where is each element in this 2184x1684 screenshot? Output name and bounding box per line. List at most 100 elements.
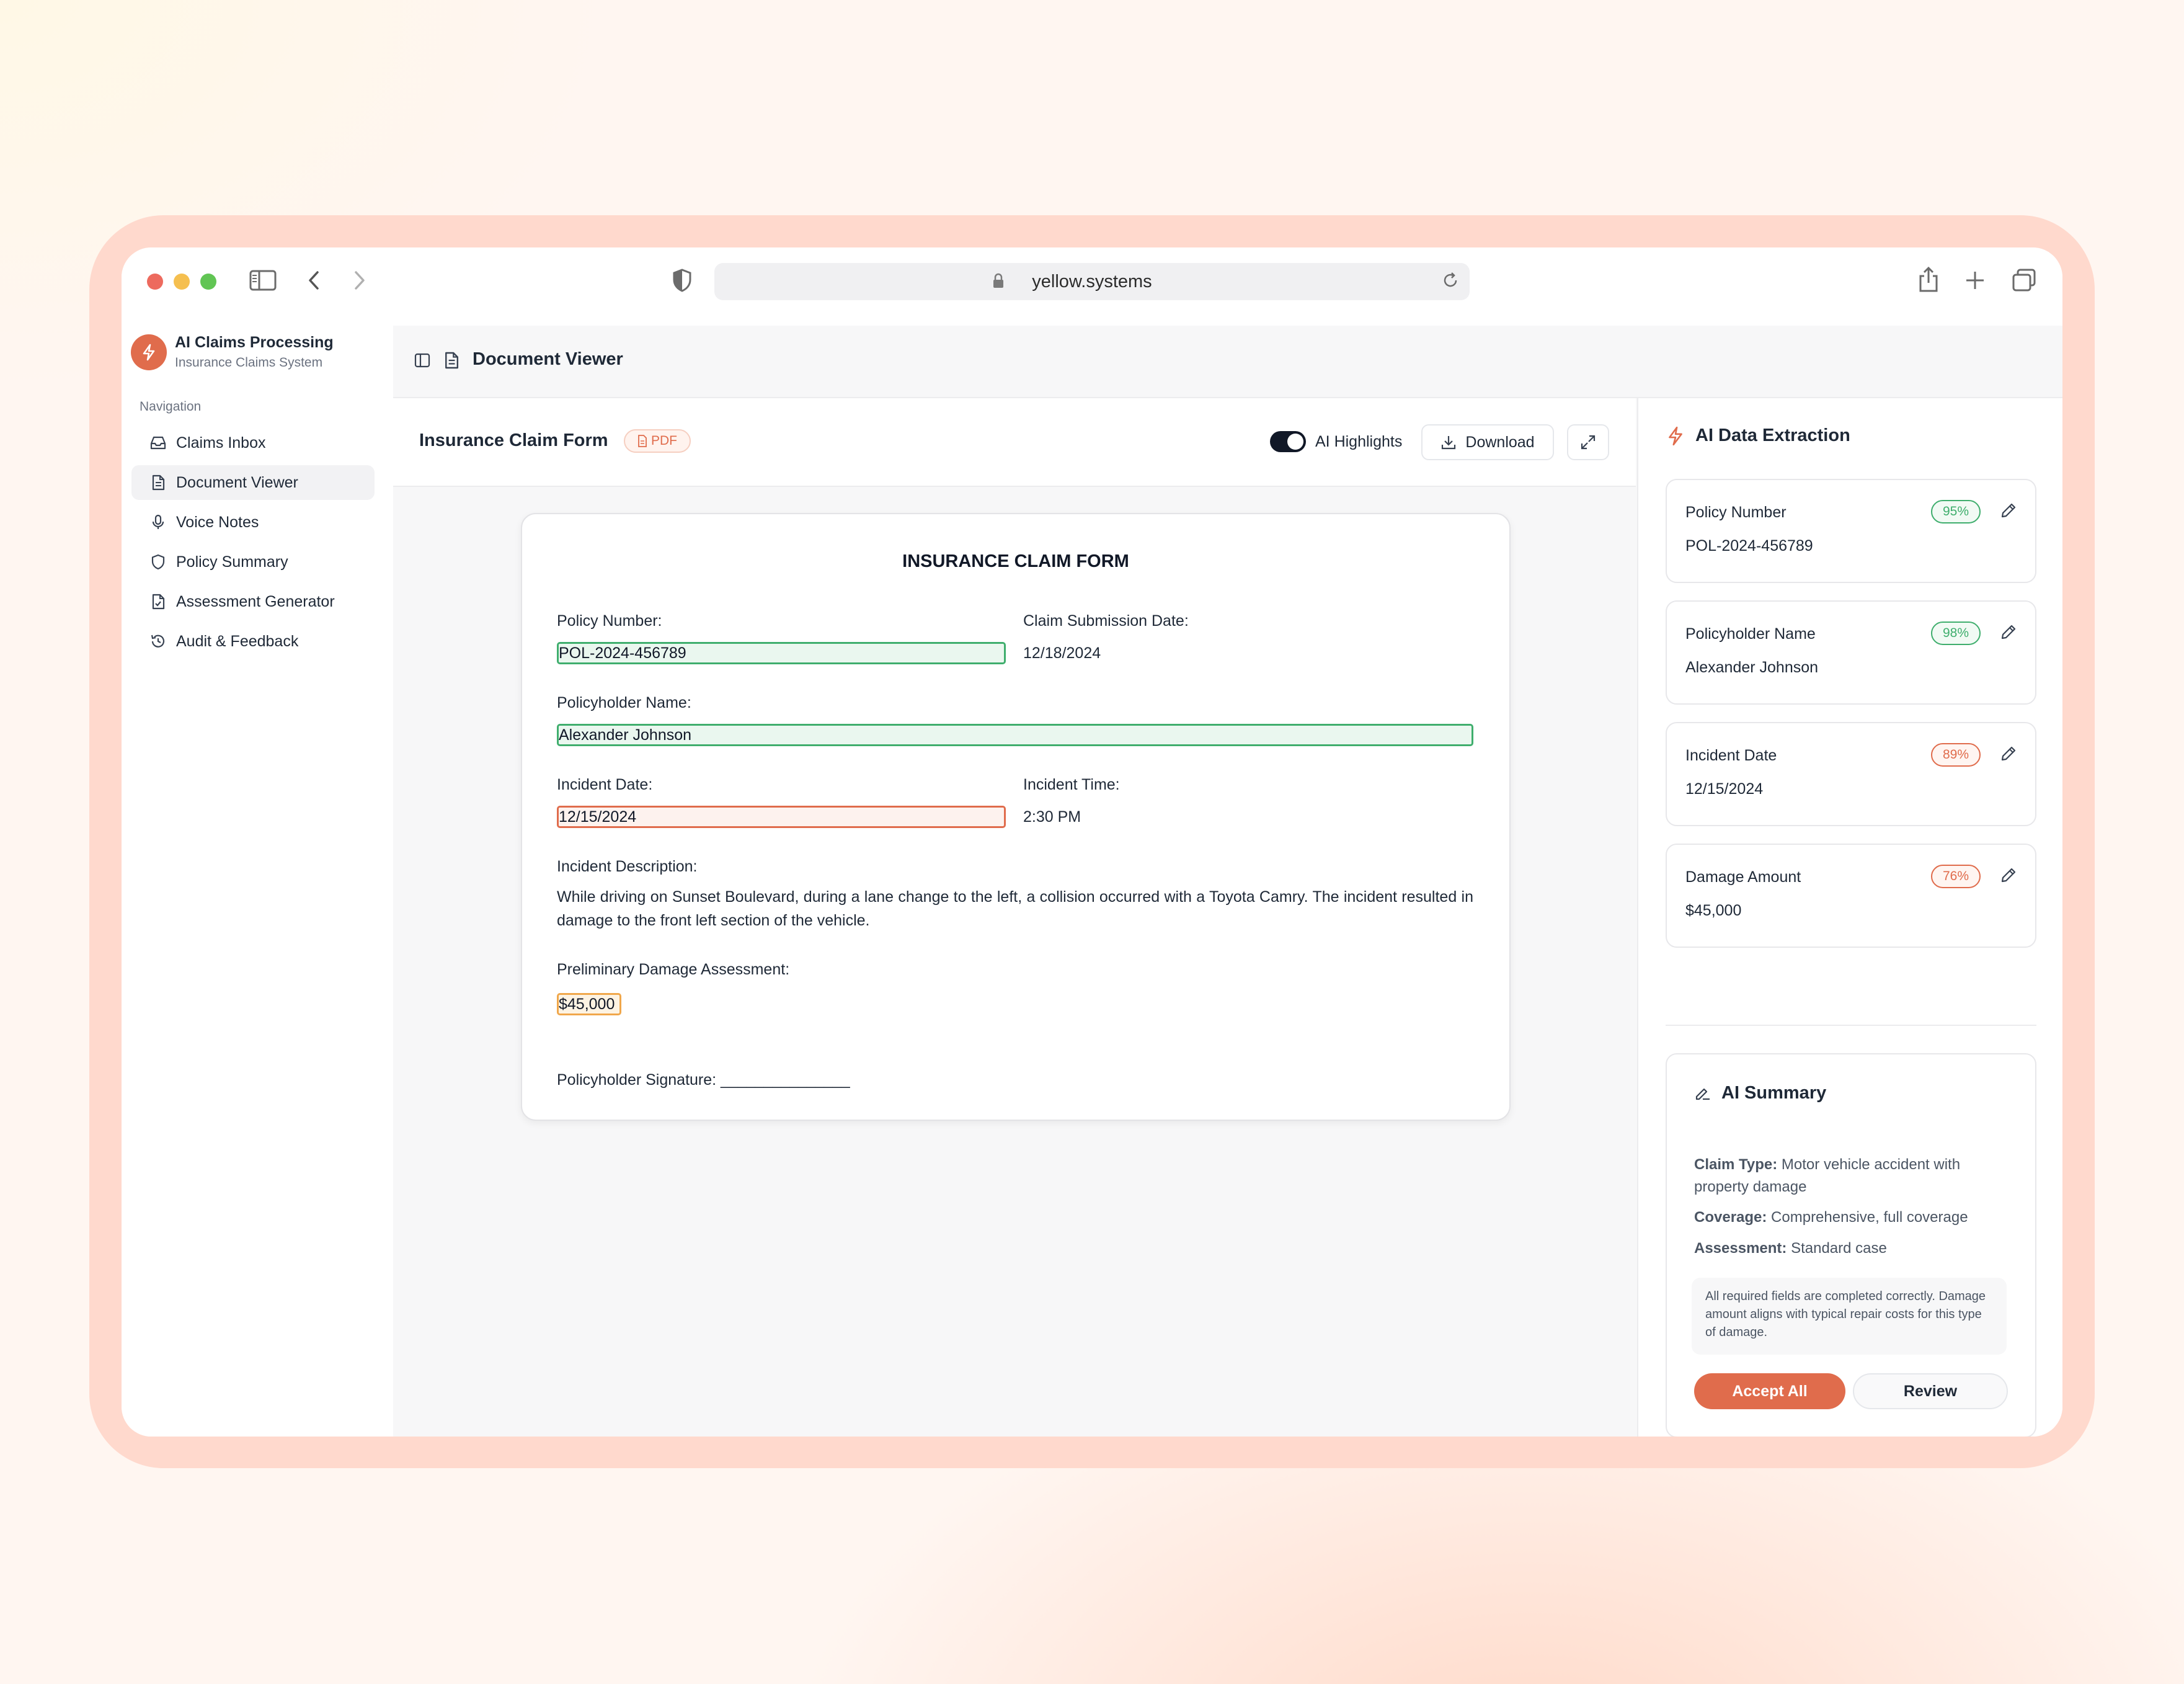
policyholder-label: Policyholder Name: [557,694,691,711]
back-icon[interactable] [306,270,321,291]
document-check-icon [150,594,166,610]
nav-heading: Navigation [140,399,202,414]
download-icon [1442,436,1456,450]
forward-icon[interactable] [352,270,367,291]
file-icon [638,435,647,447]
document-icon [150,474,166,491]
confidence-badge: 98% [1931,621,1981,645]
reload-icon[interactable] [1441,271,1460,293]
browser-window: yellow.systems AI Claims Processing Insu… [122,247,2062,1437]
new-tab-icon[interactable] [1964,270,1986,291]
field-value: Alexander Johnson [1685,659,1819,676]
close-window-button[interactable] [147,274,163,290]
edit-icon[interactable] [1999,623,2018,644]
policy-number-highlight[interactable]: POL-2024-456789 [557,642,1006,664]
submission-date-label: Claim Submission Date: [1023,612,1189,630]
incident-description: While driving on Sunset Boulevard, durin… [557,888,1473,929]
incident-description-label: Incident Description: [557,858,698,875]
confidence-badge: 89% [1931,743,1981,767]
policy-number-label: Policy Number: [557,612,662,630]
field-value: $45,000 [1685,902,1742,919]
damage-amount-highlight[interactable]: $45,000 [557,993,621,1015]
page-title: Document Viewer [473,349,623,369]
divider [1666,1025,2036,1026]
field-value: 12/15/2024 [1685,780,1764,798]
ai-extraction-panel: AI Data Extraction Policy Number 95% POL… [1637,398,2062,1437]
sidebar-item-document-viewer[interactable]: Document Viewer [131,465,375,500]
lightning-icon [1666,425,1685,450]
summary-coverage: Coverage: Comprehensive, full coverage [1694,1209,1968,1226]
expand-button[interactable] [1567,424,1609,460]
policyholder-highlight[interactable]: Alexander Johnson [557,724,1473,746]
app-subtitle: Insurance Claims System [175,355,323,370]
extraction-card-incident-date: Incident Date 89% 12/15/2024 [1666,722,2036,826]
sidebar-toggle-icon[interactable] [249,270,277,291]
expand-icon [1581,435,1596,450]
incident-date-highlight[interactable]: 12/15/2024 [557,806,1006,828]
panel-toggle-icon[interactable] [414,352,430,372]
incident-time-value: 2:30 PM [1023,808,1081,826]
sidebar-item-label: Policy Summary [176,553,288,571]
edit-icon[interactable] [1999,501,2018,523]
extraction-card-policyholder-name: Policyholder Name 98% Alexander Johnson [1666,600,2036,705]
pdf-badge-label: PDF [651,434,677,448]
download-button[interactable]: Download [1421,424,1554,460]
document-area: Insurance Claim Form PDF AI Highlights D… [393,398,1636,1437]
sidebar-item-label: Claims Inbox [176,434,266,452]
maximize-window-button[interactable] [200,274,216,290]
sidebar-item-policy-summary[interactable]: Policy Summary [131,545,375,579]
confidence-badge: 76% [1931,865,1981,888]
main-content: Document Viewer Insurance Claim Form PDF… [393,326,2062,1437]
share-icon[interactable] [1917,266,1940,293]
document-title: Insurance Claim Form [419,430,608,450]
document-icon [444,351,459,373]
minimize-window-button[interactable] [174,274,190,290]
incident-time-label: Incident Time: [1023,776,1120,793]
sidebar-item-assessment-generator[interactable]: Assessment Generator [131,584,375,619]
ai-highlights-toggle[interactable] [1270,431,1306,452]
ai-highlights-label: AI Highlights [1315,433,1403,450]
summary-note: All required fields are completed correc… [1692,1278,2007,1355]
accept-all-button[interactable]: Accept All [1694,1373,1845,1409]
pdf-badge: PDF [624,429,691,453]
url-text: yellow.systems [1032,272,1152,292]
history-icon [150,633,166,649]
claim-form-document: INSURANCE CLAIM FORM Policy Number: POL-… [521,513,1511,1121]
download-label: Download [1465,433,1535,451]
confidence-badge: 95% [1931,500,1981,523]
extraction-card-policy-number: Policy Number 95% POL-2024-456789 [1666,479,2036,583]
incident-date-label: Incident Date: [557,776,653,793]
edit-icon[interactable] [1999,866,2018,888]
summary-title: AI Summary [1721,1083,1827,1103]
sidebar-item-label: Document Viewer [176,473,298,491]
sidebar-item-claims-inbox[interactable]: Claims Inbox [131,425,375,460]
ai-summary-card: AI Summary Claim Type: Motor vehicle acc… [1666,1053,2036,1437]
shield-icon [150,554,166,570]
sidebar-item-label: Audit & Feedback [176,632,299,650]
inbox-icon [150,435,166,451]
address-bar[interactable]: yellow.systems [714,263,1470,300]
sidebar-item-voice-notes[interactable]: Voice Notes [131,505,375,540]
damage-assessment-label: Preliminary Damage Assessment: [557,961,790,978]
page-header: Document Viewer [393,326,2062,398]
form-title: INSURANCE CLAIM FORM [902,551,1129,571]
sidebar-item-label: Assessment Generator [176,592,335,610]
field-label: Incident Date [1685,747,1777,764]
field-value: POL-2024-456789 [1685,537,1813,555]
review-button[interactable]: Review [1853,1373,2008,1409]
tab-overview-icon[interactable] [2012,269,2036,292]
signature-line: Policyholder Signature: _______________ [557,1071,850,1089]
field-label: Policyholder Name [1685,625,1816,643]
privacy-shield-icon[interactable] [672,269,692,292]
sidebar: AI Claims Processing Insurance Claims Sy… [122,326,393,1437]
edit-icon[interactable] [1999,744,2018,766]
extraction-card-damage-amount: Damage Amount 76% $45,000 [1666,844,2036,948]
lightning-icon [143,344,155,361]
sidebar-item-audit-feedback[interactable]: Audit & Feedback [131,624,375,659]
field-label: Damage Amount [1685,868,1801,886]
summary-claim-type: Claim Type: Motor vehicle accident with … [1694,1156,1961,1195]
browser-toolbar: yellow.systems [122,247,2062,326]
submission-date-value: 12/18/2024 [1023,644,1101,662]
signature-pen-icon [1694,1084,1711,1105]
sidebar-item-label: Voice Notes [176,513,259,531]
